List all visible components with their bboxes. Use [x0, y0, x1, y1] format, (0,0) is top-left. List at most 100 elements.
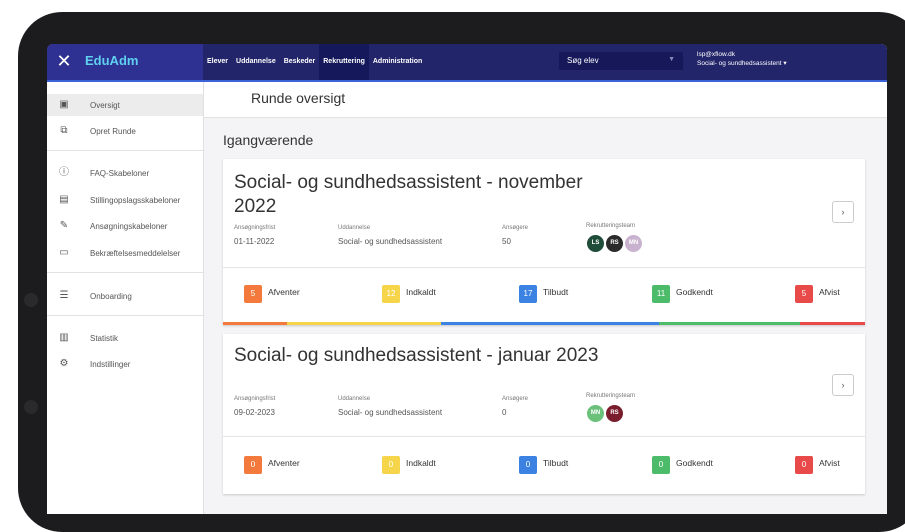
- round-title-line: Social- og sundhedsassistent - januar 20…: [234, 345, 599, 366]
- education-label: Uddannelse: [338, 225, 371, 231]
- sidebar-item-label: Opret Runde: [90, 127, 136, 136]
- status-label: Tilbudt: [543, 458, 569, 468]
- nav-uddannelse[interactable]: Uddannelse: [232, 44, 280, 80]
- progress-segment: [441, 322, 659, 325]
- page-header: Runde oversigt: [204, 82, 887, 118]
- message-icon: ▭: [59, 247, 69, 258]
- avatar: RS: [606, 235, 623, 252]
- sidebar-item-label: FAQ-Skabeloner: [90, 169, 150, 178]
- pencil-icon: ✎: [59, 220, 69, 231]
- round-card[interactable]: Social- og sundhedsassistent - november …: [223, 159, 865, 325]
- sidebar-item-ansoegning[interactable]: ✎ Ansøgningskabeloner: [47, 215, 203, 237]
- card-divider: [223, 267, 865, 268]
- status-label: Indkaldt: [406, 458, 436, 468]
- sidebar-item-label: Oversigt: [90, 101, 120, 110]
- status-label: Afvist: [819, 287, 840, 297]
- chevron-right-icon[interactable]: ›: [832, 201, 854, 223]
- sidebar-item-label: Statistik: [90, 334, 119, 343]
- avatar: RS: [606, 405, 623, 422]
- status-tilbudt: 0 Tilbudt: [519, 454, 568, 474]
- nav-beskeder[interactable]: Beskeder: [280, 44, 320, 80]
- round-title: Social- og sundhedsassistent - januar 20…: [234, 344, 598, 368]
- chevron-right-icon[interactable]: ›: [832, 374, 854, 396]
- deadline-label: Ansøgningsfrist: [234, 225, 276, 231]
- deadline-value: 09-02-2023: [234, 408, 275, 417]
- sidebar-item-stillingopslag[interactable]: ▤ Stillingopslagsskabeloner: [47, 189, 203, 211]
- user-role: Social- og sundhedsassistent ▾: [697, 60, 787, 67]
- top-bar: ✕ EduAdm Elever Uddannelse Beskeder Rekr…: [47, 44, 887, 82]
- sidebar: ▣ Oversigt ⧉ Opret Runde ⓘ FAQ-Skabelone…: [47, 82, 204, 514]
- page-title: Runde oversigt: [251, 90, 346, 106]
- status-count: 0: [244, 456, 262, 474]
- round-title: Social- og sundhedsassistent - november …: [234, 171, 583, 219]
- avatar: MN: [625, 235, 642, 252]
- sidebar-item-bekraeftelse[interactable]: ▭ Bekræftelsesmeddelelser: [47, 242, 203, 264]
- chart-icon: ▥: [59, 332, 69, 343]
- sidebar-divider: [47, 272, 203, 273]
- user-email: lsp@xflow.dk: [697, 51, 736, 58]
- main-content: Runde oversigt Igangværende Social- og s…: [204, 82, 887, 514]
- sidebar-divider: [47, 315, 203, 316]
- nav-rekruttering[interactable]: Rekruttering: [319, 44, 369, 80]
- status-label: Indkaldt: [406, 287, 436, 297]
- sidebar-item-statistik[interactable]: ▥ Statistik: [47, 327, 203, 349]
- deadline-label: Ansøgningsfrist: [234, 396, 276, 402]
- sidebar-item-indstillinger[interactable]: ⚙ Indstillinger: [47, 353, 203, 375]
- main-nav: Elever Uddannelse Beskeder Rekruttering …: [203, 44, 426, 80]
- progress-segment: [800, 322, 865, 325]
- status-godkendt: 0 Godkendt: [652, 454, 713, 474]
- user-menu[interactable]: lsp@xflow.dk Social- og sundhedsassisten…: [697, 50, 787, 68]
- sidebar-item-faq[interactable]: ⓘ FAQ-Skabeloner: [47, 162, 203, 184]
- status-count: 0: [382, 456, 400, 474]
- search-student-select[interactable]: Søg elev ▼: [559, 52, 683, 70]
- status-count: 0: [519, 456, 537, 474]
- close-icon[interactable]: ✕: [53, 50, 75, 72]
- progress-segment: [659, 322, 800, 325]
- progress-segment: [287, 322, 441, 325]
- settings-icon: ⚙: [59, 358, 69, 369]
- status-afvist: 5 Afvist: [795, 283, 840, 303]
- status-tilbudt: 17 Tilbudt: [519, 283, 568, 303]
- progress-segment: [223, 322, 287, 325]
- onboarding-icon: ☰: [59, 290, 69, 301]
- nav-elever[interactable]: Elever: [203, 44, 232, 80]
- avatar: MN: [587, 405, 604, 422]
- applicants-value: 50: [502, 237, 511, 246]
- status-indkaldt: 12 Indkaldt: [382, 283, 436, 303]
- education-value: Social- og sundhedsassistent: [338, 237, 443, 246]
- nav-administration[interactable]: Administration: [369, 44, 426, 80]
- round-card[interactable]: Social- og sundhedsassistent - januar 20…: [223, 334, 865, 494]
- education-label: Uddannelse: [338, 396, 371, 402]
- section-title: Igangværende: [223, 132, 314, 148]
- avatar: LS: [587, 235, 604, 252]
- education-value: Social- og sundhedsassistent: [338, 408, 443, 417]
- device-button: [24, 293, 38, 307]
- overview-icon: ▣: [59, 99, 69, 110]
- status-afventer: 0 Afventer: [244, 454, 300, 474]
- status-count: 5: [795, 285, 813, 303]
- chevron-down-icon: ▼: [668, 56, 675, 63]
- app-screen: ✕ EduAdm Elever Uddannelse Beskeder Rekr…: [47, 44, 887, 514]
- sidebar-item-onboarding[interactable]: ☰ Onboarding: [47, 285, 203, 307]
- status-count: 11: [652, 285, 670, 303]
- status-label: Afventer: [268, 287, 300, 297]
- sidebar-item-label: Ansøgningskabeloner: [90, 222, 168, 231]
- status-label: Afventer: [268, 458, 300, 468]
- create-round-icon: ⧉: [60, 125, 68, 136]
- status-label: Tilbudt: [543, 287, 569, 297]
- status-count: 0: [795, 456, 813, 474]
- status-label: Afvist: [819, 458, 840, 468]
- team-label: Rekrutteringsteam: [586, 223, 636, 229]
- sidebar-item-label: Bekræftelsesmeddelelser: [90, 249, 181, 258]
- sidebar-item-oversigt[interactable]: ▣ Oversigt: [47, 94, 203, 116]
- sidebar-item-label: Indstillinger: [90, 360, 131, 369]
- document-icon: ▤: [59, 194, 69, 205]
- applicants-value: 0: [502, 408, 507, 417]
- status-godkendt: 11 Godkendt: [652, 283, 713, 303]
- status-label: Godkendt: [676, 458, 713, 468]
- status-count: 0: [652, 456, 670, 474]
- sidebar-item-opret-runde[interactable]: ⧉ Opret Runde: [47, 120, 203, 142]
- status-label: Godkendt: [676, 287, 713, 297]
- deadline-value: 01-11-2022: [234, 237, 275, 246]
- sidebar-divider: [47, 150, 203, 151]
